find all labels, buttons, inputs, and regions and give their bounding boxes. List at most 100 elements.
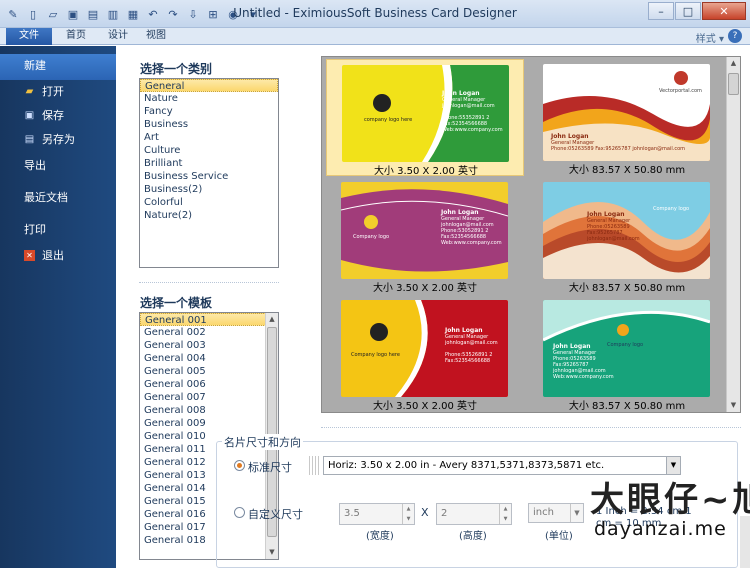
- close-button[interactable]: ✕: [702, 2, 746, 20]
- spin-arrows-icon[interactable]: ▲ ▼: [402, 504, 414, 524]
- templates-item[interactable]: General 007: [140, 391, 278, 404]
- card-size-caption: 大小 83.57 X 50.80 mm: [568, 165, 686, 176]
- templates-item[interactable]: General 002: [140, 326, 278, 339]
- scroll-thumb[interactable]: [728, 73, 739, 95]
- height-stepper[interactable]: 2 ▲ ▼: [436, 503, 512, 525]
- nav-new-label: 新建: [24, 59, 46, 72]
- ribbon-tabs: 文件 首页 设计 视图 样式 ▾ ?: [0, 28, 750, 45]
- standard-size-label[interactable]: 标准尺寸: [248, 459, 292, 475]
- nav-exit-label: 退出: [42, 249, 64, 262]
- tab-file[interactable]: 文件: [6, 28, 52, 45]
- template-card[interactable]: Company logo John Logan General Manager joh…: [326, 177, 524, 294]
- style-menu[interactable]: 样式 ▾: [696, 30, 724, 45]
- categories-item[interactable]: Fancy: [140, 105, 278, 118]
- categories-item[interactable]: Business Service: [140, 170, 278, 183]
- card-logo-text: Vectorportal.com: [659, 88, 702, 94]
- template-card[interactable]: Company logo John Logan General Manager Pho…: [528, 295, 726, 412]
- card-logo-text: Company logo: [653, 206, 690, 212]
- templates-item[interactable]: General 009: [140, 417, 278, 430]
- templates-item[interactable]: General 005: [140, 365, 278, 378]
- window-controls: – □ ✕: [648, 2, 746, 20]
- categories-item[interactable]: Business(2): [140, 183, 278, 196]
- custom-size-radio[interactable]: [234, 507, 245, 518]
- help-icon[interactable]: ?: [728, 29, 742, 43]
- template-card[interactable]: Vectorportal.com John Logan General Manage…: [528, 59, 726, 176]
- card-contact-text: John Logan General Manager johnlogan@mail.…: [445, 327, 498, 365]
- width-label: (宽度): [366, 531, 394, 542]
- times-label: X: [421, 506, 429, 519]
- nav-recent[interactable]: 最近文档: [0, 186, 116, 210]
- categories-item[interactable]: Colorful: [140, 196, 278, 209]
- template-card[interactable]: Company logo here John Logan General Manag…: [326, 295, 524, 412]
- gallery-scrollbar[interactable]: ▲ ▼: [726, 57, 740, 412]
- card-size-caption: 大小 3.50 X 2.00 英寸: [372, 401, 478, 412]
- nav-save-as-label: 另存为: [42, 133, 75, 146]
- width-value: 3.5: [344, 508, 360, 519]
- nav-open[interactable]: ▰ 打开: [0, 80, 116, 104]
- nav-new[interactable]: 新建: [0, 54, 116, 80]
- category-list[interactable]: General Nature Fancy Business Art Culture Bril…: [139, 78, 279, 268]
- categories-item[interactable]: Business: [140, 118, 278, 131]
- tab-design[interactable]: 设计: [100, 28, 136, 45]
- spin-arrows-icon[interactable]: ▲ ▼: [499, 504, 511, 524]
- watermark-en: dayanzai.me: [594, 518, 727, 540]
- nav-export[interactable]: 导出: [0, 154, 116, 178]
- categories-item[interactable]: Brilliant: [140, 157, 278, 170]
- nav-save-as[interactable]: ▤ 另存为: [0, 128, 116, 152]
- nav-print[interactable]: 打印: [0, 218, 116, 242]
- templates-item[interactable]: General 001: [140, 313, 278, 326]
- minimize-button[interactable]: –: [648, 2, 674, 20]
- templates-item[interactable]: General 006: [140, 378, 278, 391]
- separator: [139, 282, 279, 283]
- categories-item[interactable]: General: [140, 79, 278, 92]
- chevron-down-icon[interactable]: ▼: [570, 504, 583, 522]
- card-name: John Logan: [442, 90, 480, 97]
- scroll-down-icon[interactable]: ▼: [727, 399, 740, 412]
- nav-save-label: 保存: [42, 109, 64, 122]
- card-contact-text: John Logan General Manager johnlogan@mail.…: [441, 210, 502, 247]
- categories-item[interactable]: Culture: [140, 144, 278, 157]
- nav-export-label: 导出: [24, 159, 46, 172]
- watermark-cn: 大眼仔~旭: [590, 480, 750, 520]
- scroll-up-icon[interactable]: ▲: [727, 57, 740, 70]
- exit-icon: ✕: [24, 250, 35, 261]
- tab-home[interactable]: 首页: [56, 28, 96, 45]
- templates-item[interactable]: General 004: [140, 352, 278, 365]
- watermark: 大眼仔~旭 dayanzai.me: [590, 472, 750, 568]
- maximize-button[interactable]: □: [675, 2, 701, 20]
- width-stepper[interactable]: 3.5 ▲ ▼: [339, 503, 415, 525]
- categories-item[interactable]: Nature(2): [140, 209, 278, 222]
- card-name: John Logan: [445, 327, 483, 334]
- card-name: John Logan: [551, 133, 589, 140]
- nav-save[interactable]: ▣ 保存: [0, 104, 116, 128]
- unit-value: inch: [533, 507, 554, 518]
- card-preview: company logo here John Logan General Manag…: [342, 65, 509, 162]
- template-gallery[interactable]: ▲ ▼ company logo here John Logan General M…: [321, 56, 741, 413]
- nav-exit[interactable]: ✕ 退出: [0, 244, 116, 268]
- height-value: 2: [441, 508, 448, 519]
- card-preview: Company logo John Logan General Manager joh…: [341, 182, 508, 279]
- templates-item[interactable]: General 003: [140, 339, 278, 352]
- categories-item[interactable]: Art: [140, 131, 278, 144]
- templates-item[interactable]: General 008: [140, 404, 278, 417]
- card-preview: Vectorportal.com John Logan General Manage…: [543, 64, 710, 161]
- card-line: johnlogan@mail.com: [445, 340, 498, 346]
- template-card[interactable]: company logo here John Logan General Manag…: [326, 59, 524, 177]
- standard-size-radio[interactable]: [234, 460, 245, 471]
- custom-size-label[interactable]: 自定义尺寸: [248, 506, 303, 522]
- unit-combo[interactable]: inch ▼: [528, 503, 584, 523]
- card-contact-text: John Logan General Manager Phone:05263589 …: [551, 133, 685, 153]
- card-logo-text: Company logo here: [351, 352, 400, 358]
- card-line: johnlogan@mail.com: [587, 236, 640, 242]
- card-logo-text: Company logo: [353, 234, 390, 240]
- card-size-caption: 大小 3.50 X 2.00 英寸: [373, 166, 479, 177]
- scroll-up-icon[interactable]: ▲: [266, 313, 278, 326]
- categories-item[interactable]: Nature: [140, 92, 278, 105]
- tab-view[interactable]: 视图: [140, 28, 172, 45]
- card-preview: Company logo John Logan General Manager Pho…: [543, 300, 710, 397]
- nav-recent-label: 最近文档: [24, 191, 68, 204]
- size-group-title: 名片尺寸和方向: [222, 434, 303, 450]
- unit-label: (单位): [545, 531, 573, 542]
- category-heading: 选择一个类别: [140, 62, 213, 76]
- template-card[interactable]: Company logo John Logan General Manager Pho…: [528, 177, 726, 294]
